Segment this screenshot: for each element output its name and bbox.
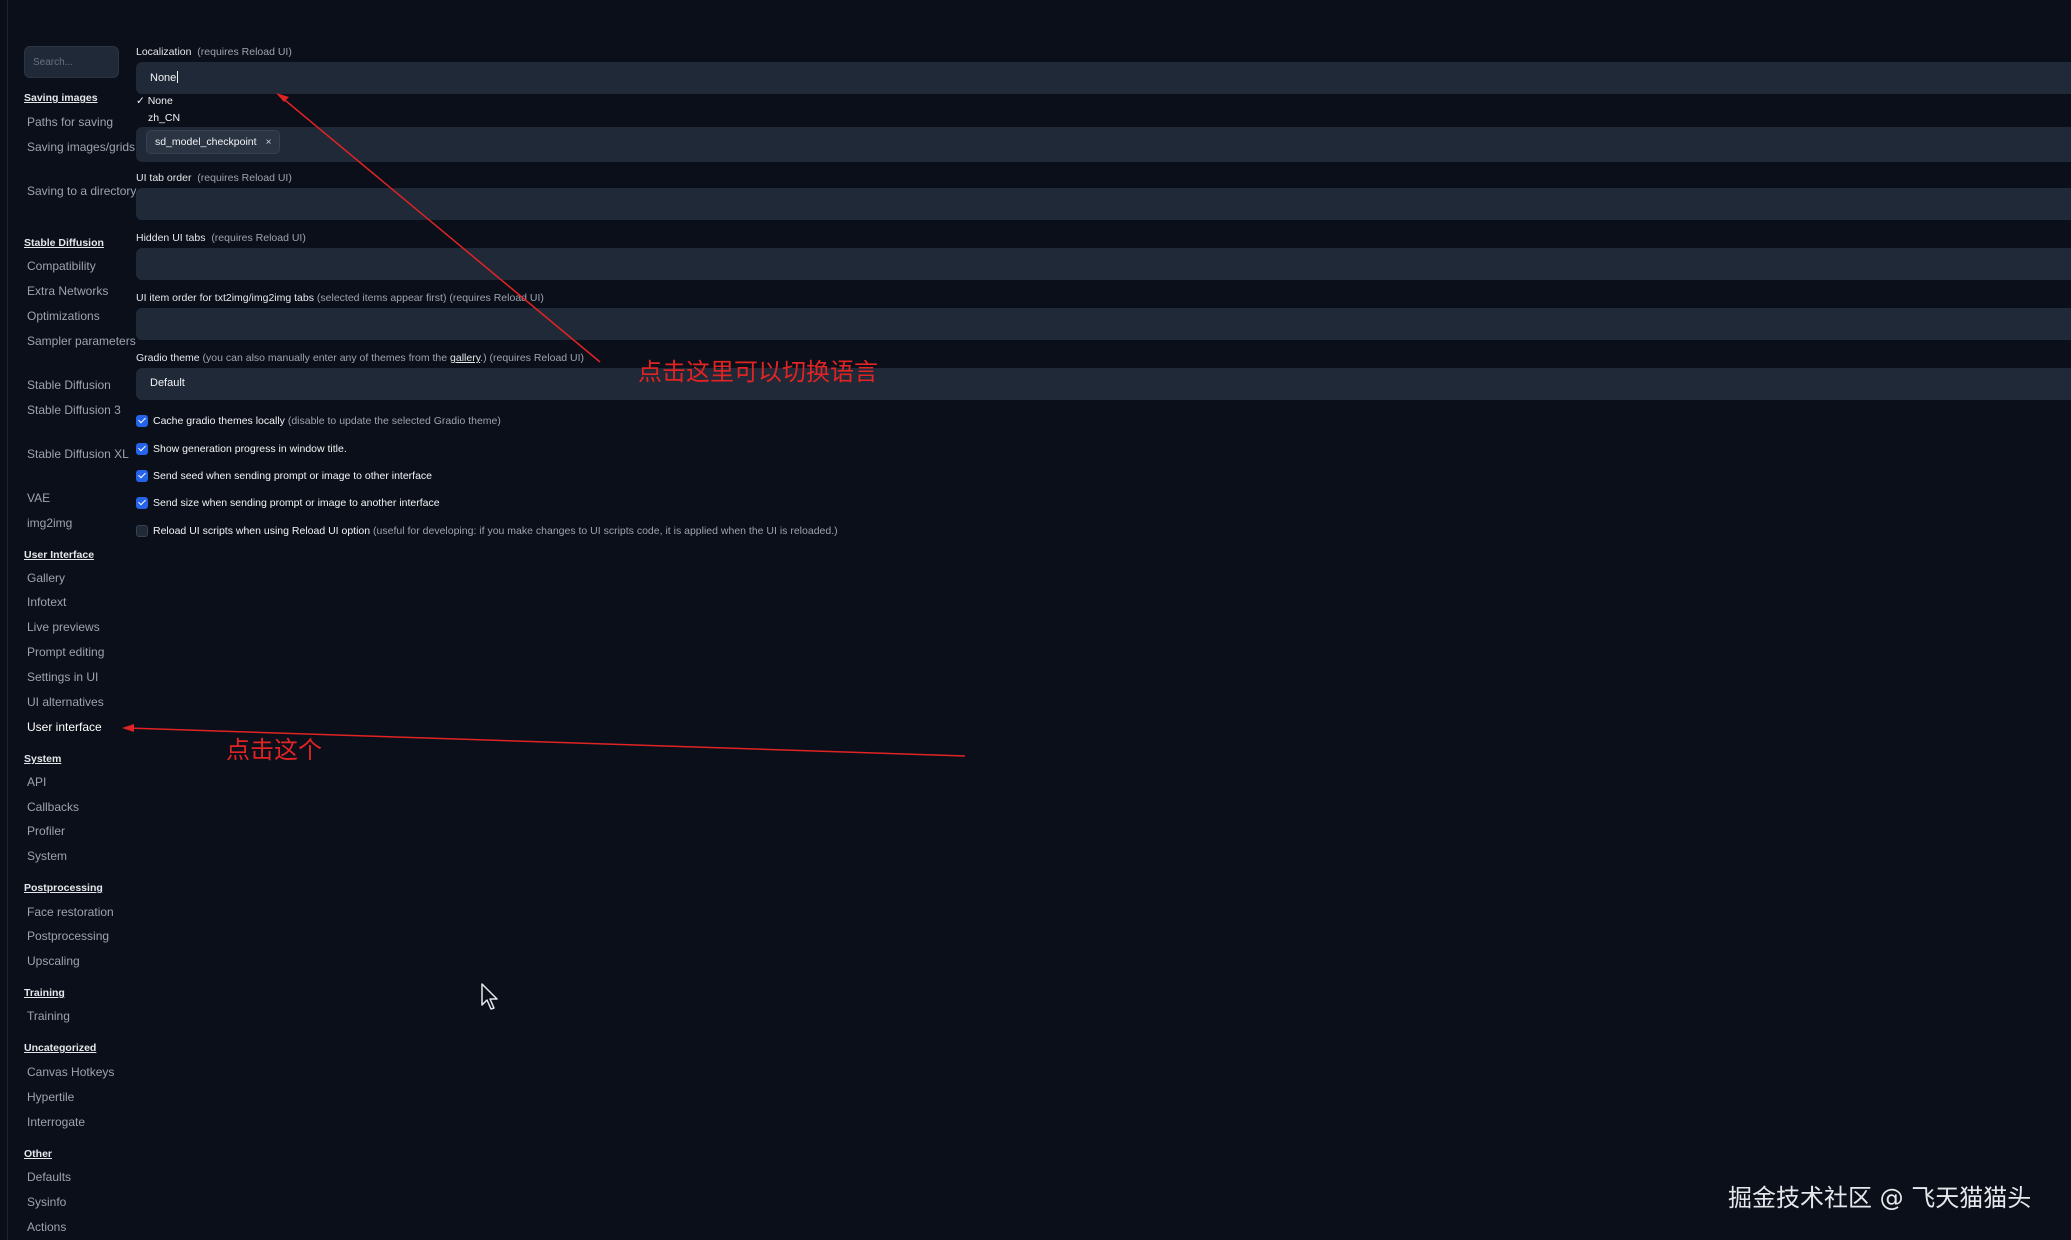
send-size-checkbox-row[interactable]: Send size when sending prompt or image t… — [136, 494, 440, 510]
send-size-text: Send size when sending prompt or image t… — [153, 496, 440, 509]
sd-model-checkpoint-chip[interactable]: sd_model_checkpoint × — [146, 130, 281, 154]
annotation-click-this: 点击这个 — [226, 736, 322, 764]
cache-themes-checkbox[interactable] — [136, 414, 148, 427]
reload-scripts-checkbox[interactable] — [136, 524, 148, 537]
show-progress-text: Show generation progress in window title… — [153, 442, 347, 455]
gradio-theme-dropdown[interactable]: Default — [136, 368, 2071, 400]
show-progress-checkbox-row[interactable]: Show generation progress in window title… — [136, 440, 347, 456]
localization-value: None — [150, 71, 179, 84]
nav-section-saving-images[interactable]: Saving images — [24, 92, 98, 104]
hidden-ui-tabs-label: Hidden UI tabs (requires Reload UI) — [136, 232, 306, 244]
nav-item-live-previews[interactable]: Live previews — [27, 618, 139, 637]
mouse-cursor-icon — [481, 983, 498, 1010]
settings-sidebar: Saving images Paths for saving Saving im… — [24, 46, 136, 1234]
nav-section-system[interactable]: System — [24, 753, 61, 765]
settings-main: Localization (requires Reload UI) None ✓… — [136, 0, 2071, 1240]
nav-item-defaults[interactable]: Defaults — [27, 1168, 139, 1187]
nav-item-gallery[interactable]: Gallery — [27, 569, 139, 588]
nav-item-actions[interactable]: Actions — [27, 1218, 139, 1237]
nav-item-api[interactable]: API — [27, 773, 139, 792]
left-border — [7, 0, 8, 1240]
nav-section-postprocessing[interactable]: Postprocessing — [24, 882, 103, 894]
nav-item-prompt-editing[interactable]: Prompt editing — [27, 643, 139, 662]
watermark: 掘金技术社区 @ 飞天猫猫头 — [1728, 1184, 2032, 1212]
nav-item-infotext[interactable]: Infotext — [27, 593, 139, 612]
localization-option-zh-cn[interactable]: zh_CN — [148, 112, 180, 124]
nav-item-interrogate[interactable]: Interrogate — [27, 1113, 139, 1132]
nav-item-paths-for-saving[interactable]: Paths for saving — [27, 113, 139, 132]
nav-item-vae[interactable]: VAE — [27, 489, 139, 508]
settings-search-input[interactable] — [24, 46, 119, 78]
nav-section-user-interface[interactable]: User Interface — [24, 549, 94, 561]
nav-section-other[interactable]: Other — [24, 1148, 52, 1160]
nav-item-optimizations[interactable]: Optimizations — [27, 307, 139, 326]
nav-item-upscaling[interactable]: Upscaling — [27, 952, 139, 971]
nav-item-face-restoration[interactable]: Face restoration — [27, 903, 139, 922]
localization-option-none[interactable]: ✓ None — [136, 95, 173, 107]
reload-scripts-text: Reload UI scripts when using Reload UI o… — [153, 524, 838, 537]
settings-page: Saving images Paths for saving Saving im… — [0, 0, 2071, 1240]
nav-item-profiler[interactable]: Profiler — [27, 822, 139, 841]
ui-item-order-field[interactable] — [136, 308, 2071, 340]
cache-themes-text: Cache gradio themes locally (disable to … — [153, 414, 501, 427]
nav-item-hypertile[interactable]: Hypertile — [27, 1088, 139, 1107]
nav-section-training[interactable]: Training — [24, 987, 65, 999]
hidden-ui-tabs-field[interactable] — [136, 248, 2071, 280]
nav-item-saving-images-grids[interactable]: Saving images/grids — [27, 138, 139, 157]
nav-item-stable-diffusion-xl[interactable]: Stable Diffusion XL — [27, 445, 139, 464]
ui-item-order-label: UI item order for txt2img/img2img tabs (… — [136, 292, 544, 304]
nav-item-sysinfo[interactable]: Sysinfo — [27, 1193, 139, 1212]
localization-dropdown[interactable]: None — [136, 62, 2071, 94]
nav-item-stable-diffusion-3[interactable]: Stable Diffusion 3 — [27, 401, 139, 420]
nav-item-postprocessing[interactable]: Postprocessing — [27, 927, 139, 946]
quicksettings-field[interactable] — [136, 127, 2071, 162]
nav-item-saving-to-directory[interactable]: Saving to a directory — [27, 182, 139, 201]
gradio-theme-label: Gradio theme (you can also manually ente… — [136, 352, 585, 364]
send-seed-text: Send seed when sending prompt or image t… — [153, 469, 433, 482]
reload-scripts-checkbox-row[interactable]: Reload UI scripts when using Reload UI o… — [136, 522, 838, 538]
nav-item-img2img[interactable]: img2img — [27, 514, 139, 533]
send-seed-checkbox-row[interactable]: Send seed when sending prompt or image t… — [136, 467, 432, 483]
ui-tab-order-label: UI tab order (requires Reload UI) — [136, 172, 292, 184]
localization-label: Localization (requires Reload UI) — [136, 46, 292, 58]
nav-section-stable-diffusion[interactable]: Stable Diffusion — [24, 237, 104, 249]
nav-section-uncategorized[interactable]: Uncategorized — [24, 1042, 96, 1054]
nav-item-training[interactable]: Training — [27, 1007, 139, 1026]
nav-item-settings-in-ui[interactable]: Settings in UI — [27, 668, 139, 687]
nav-item-extra-networks[interactable]: Extra Networks — [27, 282, 139, 301]
show-progress-checkbox[interactable] — [136, 442, 148, 455]
nav-item-callbacks[interactable]: Callbacks — [27, 798, 139, 817]
gallery-link[interactable]: gallery — [450, 352, 480, 364]
chip-remove-icon[interactable]: × — [266, 137, 272, 148]
cache-themes-checkbox-row[interactable]: Cache gradio themes locally (disable to … — [136, 412, 501, 428]
gradio-theme-value: Default — [150, 377, 185, 389]
nav-item-ui-alternatives[interactable]: UI alternatives — [27, 693, 139, 712]
nav-item-sampler-parameters[interactable]: Sampler parameters — [27, 332, 139, 351]
send-size-checkbox[interactable] — [136, 496, 148, 509]
nav-item-stable-diffusion[interactable]: Stable Diffusion — [27, 376, 139, 395]
nav-item-user-interface[interactable]: User interface — [27, 718, 139, 737]
annotation-switch-language: 点击这里可以切换语言 — [638, 358, 878, 386]
nav-item-system[interactable]: System — [27, 847, 139, 866]
send-seed-checkbox[interactable] — [136, 469, 148, 482]
ui-tab-order-field[interactable] — [136, 188, 2071, 220]
nav-item-canvas-hotkeys[interactable]: Canvas Hotkeys — [27, 1063, 139, 1082]
nav-item-compatibility[interactable]: Compatibility — [27, 257, 139, 276]
